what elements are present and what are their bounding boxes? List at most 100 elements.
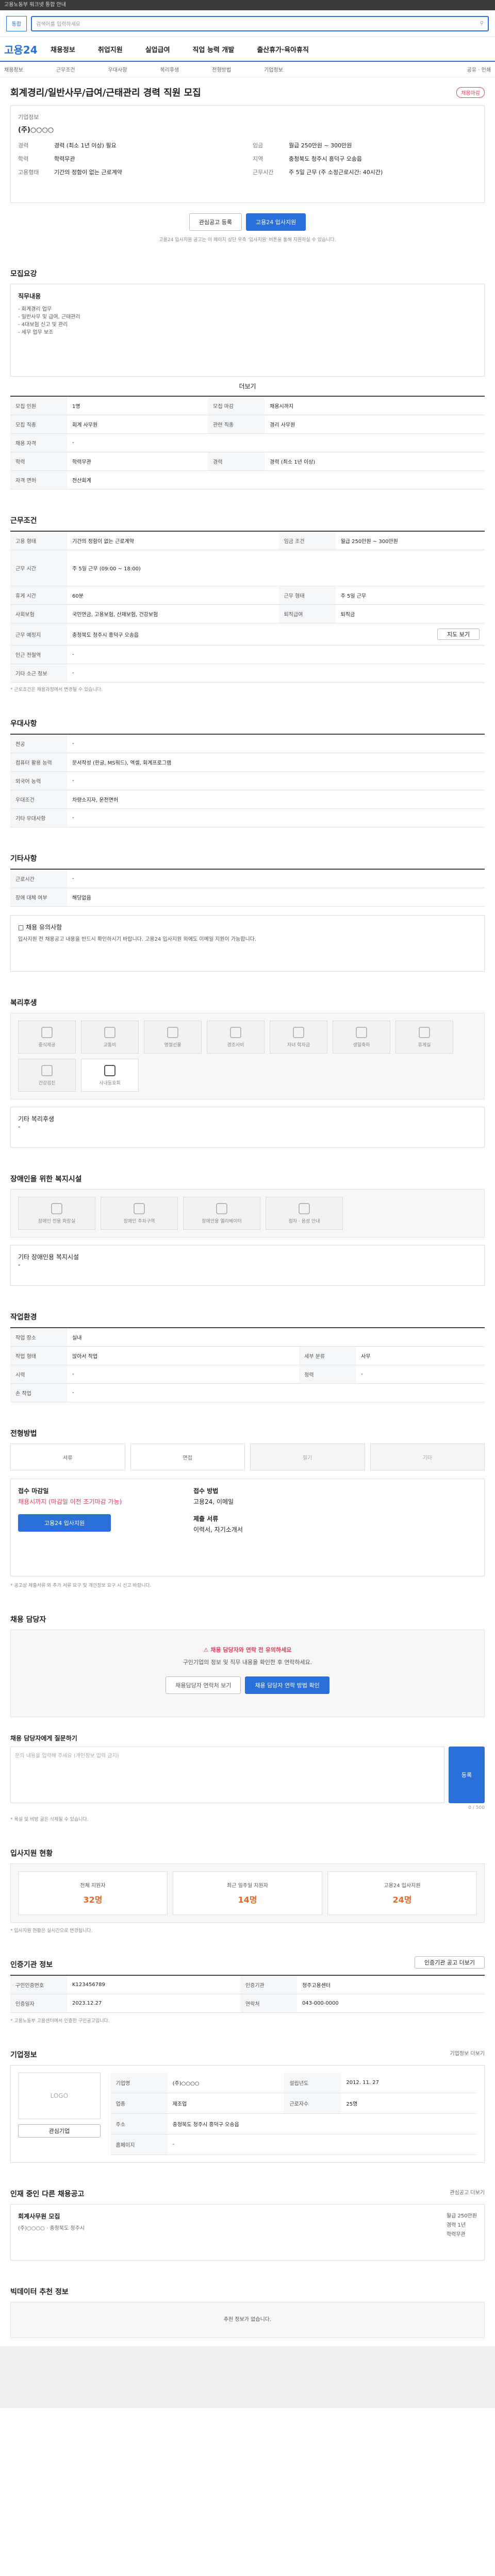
company-label: 기업정보 [18,114,39,121]
manager-section: 채용 담당자 ⚠ 채용 담당자와 연락 전 유의하세요 구인기업의 정보 및 직… [0,1597,495,1725]
deadline-value: 채용시까지 (마감일 이전 조기마감 가능) [18,1498,122,1505]
welfare-section: 복리후생 중식제공 교통비 명절선물 경조사비 자녀 학자금 생일축하 휴게실 … [0,980,495,1156]
agency-notes: * 고용노동부 고용센터에서 인증한 구인공고입니다. [10,2019,110,2024]
table-row: 컴퓨터 활용 능력 문서작성 (한글, MS워드), 엑셀, 회계프로그램 [10,753,485,772]
table-row: 외국어 능력 - [10,771,485,790]
table-row: 시력 - 청력 - [10,1365,485,1384]
section-heading: 복리후생 [10,999,37,1007]
env-section: 작업환경 작업 장소 실내 작업 형태 앉아서 작업 세부 분류 사무 시력 - 청력 - 손… [0,1294,495,1411]
summary-row: 고용형태 기간의 정함이 없는 근로계약 [18,169,122,176]
section-heading: 입사지원 현황 [10,1850,53,1858]
section-heading: 장애인을 위한 복지시설 [10,1175,82,1183]
section-heading: 작업환경 [10,1313,37,1321]
etc-table: 근로시간 - 장애 대체 여부 해당없음 [10,869,485,907]
gnb-item-training[interactable]: 직업 능력 개발 [193,44,235,54]
job-summary-card: 기업정보 (주)○○○○ 경력 경력 (최소 1년 이상) 필요 임금 월급 250… [10,105,485,203]
work-table: 고용 형태 기간의 정함이 없는 근로계약 임금 조건 월급 250만원 ~ 300만… [10,531,485,683]
welfare-item: 자녀 학자금 [270,1021,327,1054]
table-row: 기타 우대사항 - [10,808,485,827]
disabled-item: 장애인용 엘리베이터 [183,1197,260,1230]
tab-company[interactable]: 기업정보 [264,65,283,73]
gnb-item-jobs[interactable]: 채용정보 [51,44,75,54]
gnb-item-benefit[interactable]: 실업급여 [145,44,170,54]
summary-row: 임금 월급 250만원 ~ 300만원 [253,142,352,149]
welfare-item: 경조사비 [207,1021,265,1054]
apply-info-card: 접수 마감일 채용시까지 (마감일 이전 조기마감 가능) 고용24 입사지원 … [10,1479,485,1577]
table-row: 채용 자격 - [10,433,485,452]
inquiry-submit-button[interactable]: 등록 [449,1747,485,1803]
recruit-section: 모집요강 직무내용 - 회계경리 업무 - 일반사무 및 급여, 근태관리 - … [0,251,495,498]
company-name[interactable]: (주)○○○○ [18,124,477,134]
top-notice-bar: 고용노동부 워크넷 통합 안내 [0,0,495,10]
bus-icon [104,1026,116,1038]
follow-company-button[interactable]: 관심기업 [18,2124,101,2138]
related-job-card[interactable]: 회계사무원 모집 (주)○○○○ · 충청북도 청주시 월급 250만원 경력 … [10,2204,485,2261]
more-button[interactable]: 더보기 [10,382,485,391]
search-placeholder: 검색어를 입력하세요 [36,22,80,27]
gnb-item-leave[interactable]: 출산휴가·육아휴직 [257,44,309,54]
elevator-icon [216,1202,227,1214]
disabled-etc: 기타 장애인용 복지시설 - [10,1245,485,1286]
section-heading: 인증기관 정보 [10,1961,53,1969]
table-row: 인증일자 2023.12.27 연락처 043-000-0000 [10,1994,485,2013]
scrap-button[interactable]: 관심공고 등록 [189,213,242,231]
section-heading: 기타사항 [10,855,37,863]
job-description: 직무내용 - 회계경리 업무 - 일반사무 및 급여, 근태관리 - 4대보험 … [10,284,485,377]
inquiry-section: 채용 담당자에게 질문하기 문의 내용을 입력해 주세요 (개인정보 입력 금지… [0,1725,495,1831]
table-row: 모집 인원 1명 모집 마감 채용시까지 [10,396,485,415]
job-title: 회계경리/일반사무/급여/근태관리 경력 직원 모집 [10,88,201,98]
table-row: 자격 면허 전산회계 [10,470,485,489]
section-heading: 기업정보 [10,2051,37,2059]
process-step: 필기 [250,1444,365,1470]
table-row: 작업 장소 실내 [10,1328,485,1347]
tab-process[interactable]: 전형방법 [212,65,231,73]
meal-icon [41,1026,53,1038]
tab-work[interactable]: 근무조건 [56,65,75,73]
section-heading: 모집요강 [10,270,37,278]
section-heading: 채용 담당자 [10,1616,46,1624]
process-step: 기타 [370,1444,485,1470]
search-scope-select[interactable]: 통합 [6,15,27,31]
tab-recruit[interactable]: 채용정보 [4,65,23,73]
table-row: 사회보험 국민연금, 고용보험, 산재보험, 건강보험 퇴직급여 퇴직금 [10,604,485,623]
related-job-title[interactable]: 회계사무원 모집 [18,2212,85,2221]
top-notice: 고용노동부 워크넷 통합 안내 [4,2,66,8]
table-row: 전공 - [10,734,485,753]
global-nav: 고용24 채용정보 취업지원 실업급여 직업 능력 개발 출산휴가·육아휴직 [0,37,495,62]
summary-row: 지역 충청북도 청주시 흥덕구 오송읍 [253,156,362,162]
process-section: 전형방법 서류 면접 필기 기타 접수 마감일 채용시까지 (마감일 이전 조기… [0,1411,495,1597]
table-row: 장애 대체 여부 해당없음 [10,888,485,907]
table-row: 모집 직종 회계 사무원 관련 직종 경리 사무원 [10,415,485,434]
company-card: LOGO 관심기업 기업명 (주)○○○○ 설립년도 2012. 11. 27 업종 제… [10,2065,485,2163]
apply-button[interactable]: 고용24 입사지원 [246,213,306,231]
contact-method-button[interactable]: 채용 담당자 연락 방법 확인 [245,1676,329,1694]
tab-welfare[interactable]: 복리후생 [160,65,179,73]
contact-view-button[interactable]: 채용담당자 연락처 보기 [166,1676,241,1694]
apply-button-bottom[interactable]: 고용24 입사지원 [18,1514,111,1532]
heart-icon [230,1026,241,1038]
share-print-links[interactable]: 공유 · 인쇄 [467,65,491,73]
search-input[interactable]: 검색어를 입력하세요 ⚲ [31,15,489,31]
status-card: 고용24 입사지원 24명 [327,1871,477,1915]
section-heading: 채용 담당자에게 질문하기 [10,1735,77,1742]
related-more-link[interactable]: 관심공고 더보기 [450,2188,485,2196]
status-note: * 입사지원 현황은 실시간으로 변경됩니다. [10,1928,93,1934]
company-more-link[interactable]: 기업정보 더보기 [450,2049,485,2057]
gnb-menu: 채용정보 취업지원 실업급여 직업 능력 개발 출산휴가·육아휴직 [51,44,309,54]
table-row: 구인인증번호 K123456789 인증기관 청주고용센터 [10,1975,485,1994]
parking-icon [134,1202,145,1214]
agency-table: 구인인증번호 K123456789 인증기관 청주고용센터 인증일자 2023.12.2… [10,1975,485,2013]
disabled-panel: 장애인 전용 화장실 장애인 주차구역 장애인용 엘리베이터 점자 · 음성 안… [10,1189,485,1238]
map-button[interactable]: 지도 보기 [437,629,480,640]
inquiry-textarea[interactable]: 문의 내용을 입력해 주세요 (개인정보 입력 금지) [10,1747,444,1803]
agency-more-button[interactable]: 인증기관 공고 더보기 [414,1956,485,1969]
site-logo[interactable]: 고용24 [4,42,51,57]
gift-icon [167,1026,178,1038]
tab-prefer[interactable]: 우대사항 [108,65,127,73]
cake-icon [356,1026,367,1038]
gnb-item-support[interactable]: 취업지원 [98,44,123,54]
search-icon[interactable]: ⚲ [480,21,484,26]
process-step: 면접 [130,1444,245,1470]
disabled-item: 점자 · 음성 안내 [266,1197,343,1230]
table-row: 기타 소근 정보 - [10,664,485,683]
